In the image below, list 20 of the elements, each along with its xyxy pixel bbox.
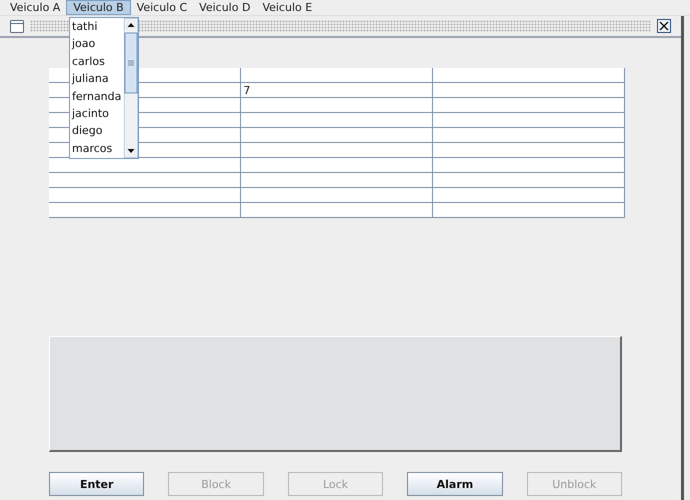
menu-item[interactable]: Veiculo C [130,0,194,15]
action-button[interactable]: Enter [49,472,144,496]
menu-item[interactable]: Veiculo D [193,0,256,15]
dropdown-item[interactable]: juliana [70,70,124,88]
menu-item[interactable]: Veiculo B [66,0,131,15]
menu-item[interactable]: Veiculo E [256,0,318,15]
scrollbar[interactable] [124,18,138,158]
table-cell: 7 [240,82,433,98]
dropdown-item[interactable]: fernanda [70,88,124,105]
dropdown-item[interactable]: joao [70,35,124,53]
close-icon[interactable] [657,19,671,33]
dropdown-item[interactable]: tathi [70,18,124,36]
window-icon [10,20,24,32]
dropdown-item[interactable]: carlos [70,52,124,70]
action-button[interactable]: Alarm [407,472,503,496]
dropdown-item[interactable]: marcos [70,140,124,158]
dropdown-item[interactable]: jacinto [70,104,124,122]
dropdown-item[interactable]: diego [70,122,124,140]
menu-item[interactable]: Veiculo A [4,0,66,15]
title-bar-grip[interactable] [30,20,651,32]
